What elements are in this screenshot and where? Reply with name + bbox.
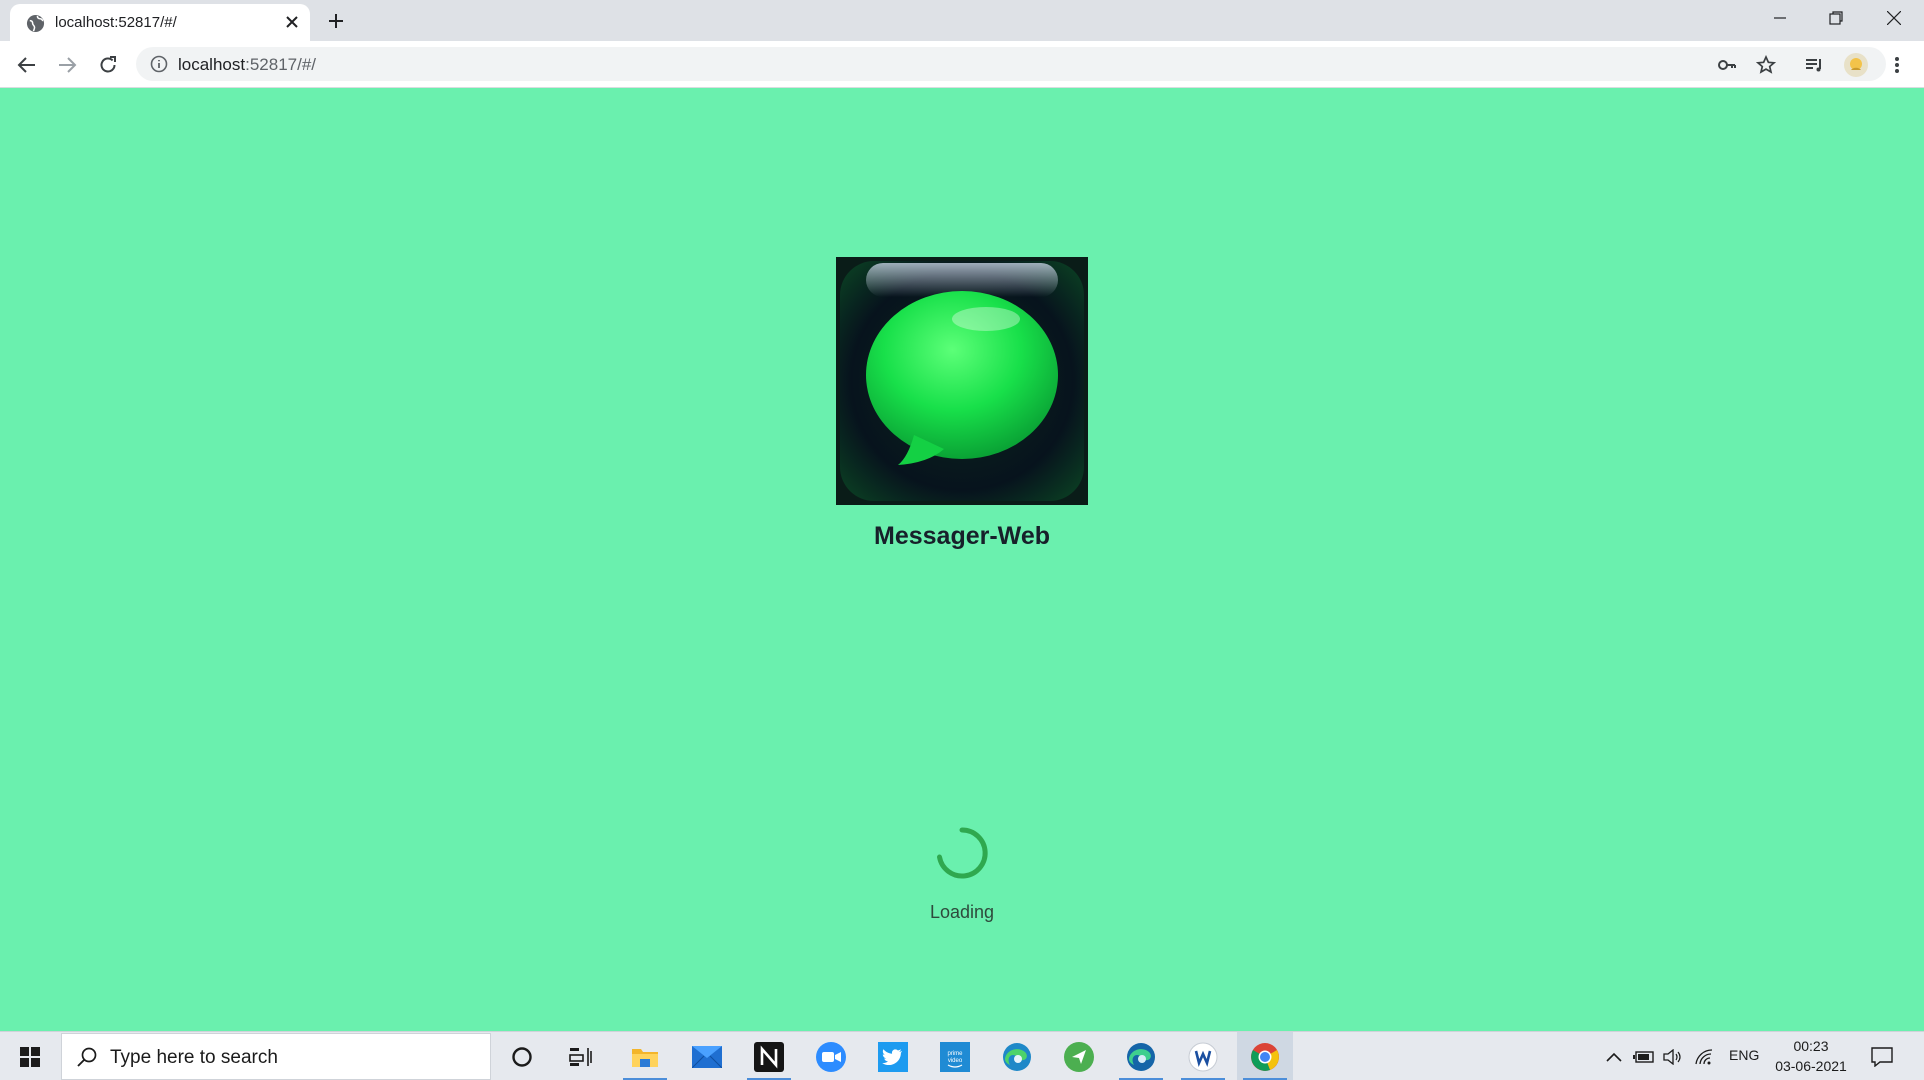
battery-icon[interactable]	[1633, 1046, 1655, 1068]
loading-spinner	[935, 826, 989, 880]
address-bar[interactable]: localhost:52817/#/	[136, 47, 1886, 81]
chevron-up-icon[interactable]	[1603, 1046, 1625, 1068]
close-window-icon[interactable]	[1866, 0, 1922, 36]
info-icon[interactable]	[150, 55, 168, 73]
browser-tab[interactable]: localhost:52817/#/	[10, 4, 310, 41]
taskbar-clock[interactable]: 00:23 03-06-2021	[1766, 1036, 1856, 1076]
send-app-icon[interactable]	[1051, 1032, 1107, 1080]
search-placeholder: Type here to search	[110, 1047, 278, 1068]
language-indicator[interactable]: ENG	[1729, 1047, 1759, 1063]
clock-date: 03-06-2021	[1775, 1058, 1847, 1074]
key-icon[interactable]	[1713, 51, 1741, 79]
back-button[interactable]	[13, 51, 41, 79]
wifi-icon[interactable]	[1693, 1046, 1715, 1068]
volume-icon[interactable]	[1662, 1046, 1684, 1068]
browser-tab-strip: localhost:52817/#/	[0, 0, 1924, 41]
url-text: localhost:52817/#/	[178, 55, 316, 75]
task-view-icon[interactable]	[553, 1032, 609, 1080]
url-host: localhost	[178, 55, 246, 74]
chrome-icon[interactable]	[1237, 1032, 1293, 1080]
restore-icon[interactable]	[1808, 0, 1864, 36]
file-explorer-icon[interactable]	[617, 1032, 673, 1080]
loading-label: Loading	[929, 902, 995, 922]
tab-title: localhost:52817/#/	[55, 14, 177, 31]
app-name-title: Messager-Web	[874, 522, 1050, 550]
search-icon	[76, 1046, 98, 1068]
chat-bubble-app-icon	[836, 257, 1088, 505]
clock-time: 00:23	[1793, 1038, 1829, 1054]
windows-taskbar: Type here to search prime video ENG 00:2…	[0, 1031, 1924, 1080]
mail-icon[interactable]	[679, 1032, 735, 1080]
reading-list-icon[interactable]	[1800, 51, 1828, 79]
zoom-icon[interactable]	[803, 1032, 859, 1080]
edge-dev-icon[interactable]	[1113, 1032, 1169, 1080]
minimize-icon[interactable]	[1752, 0, 1808, 36]
globe-icon	[26, 14, 45, 33]
word-app-icon[interactable]	[1175, 1032, 1231, 1080]
browser-toolbar: localhost:52817/#/	[0, 41, 1924, 88]
action-center-icon[interactable]	[1868, 1044, 1896, 1070]
profile-avatar[interactable]	[1842, 51, 1870, 79]
taskbar-search-box[interactable]: Type here to search	[61, 1033, 491, 1080]
edge-icon[interactable]	[989, 1032, 1045, 1080]
windows-logo-icon[interactable]	[0, 1032, 60, 1080]
forward-button[interactable]	[53, 51, 81, 79]
reload-button[interactable]	[94, 51, 122, 79]
kebab-menu-icon[interactable]	[1883, 51, 1911, 79]
svg-text:video: video	[948, 1058, 963, 1064]
close-tab-icon[interactable]	[282, 12, 302, 32]
star-icon[interactable]	[1752, 51, 1780, 79]
cortana-circle-icon[interactable]	[494, 1032, 550, 1080]
new-tab-button[interactable]	[324, 9, 348, 33]
svg-text:prime: prime	[947, 1051, 963, 1057]
url-path: :52817/#/	[245, 55, 317, 74]
twitter-icon[interactable]	[865, 1032, 921, 1080]
notion-icon[interactable]	[741, 1032, 797, 1080]
prime-video-icon[interactable]: prime video	[927, 1032, 983, 1080]
